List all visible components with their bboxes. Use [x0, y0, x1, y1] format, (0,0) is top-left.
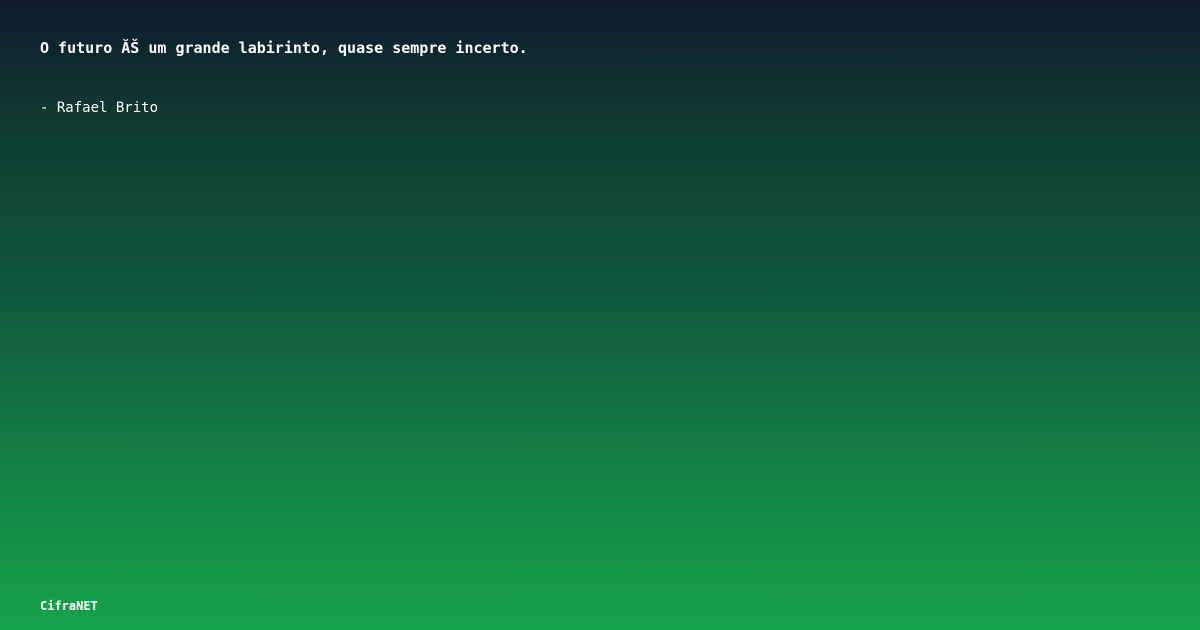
quote-author: - Rafael Brito	[40, 100, 159, 116]
brand-name: CifraNET	[40, 599, 98, 613]
quote-text: O futuro ĂŠ um grande labirinto, quase s…	[40, 39, 528, 57]
quote-card: O futuro ĂŠ um grande labirinto, quase s…	[0, 0, 1200, 630]
